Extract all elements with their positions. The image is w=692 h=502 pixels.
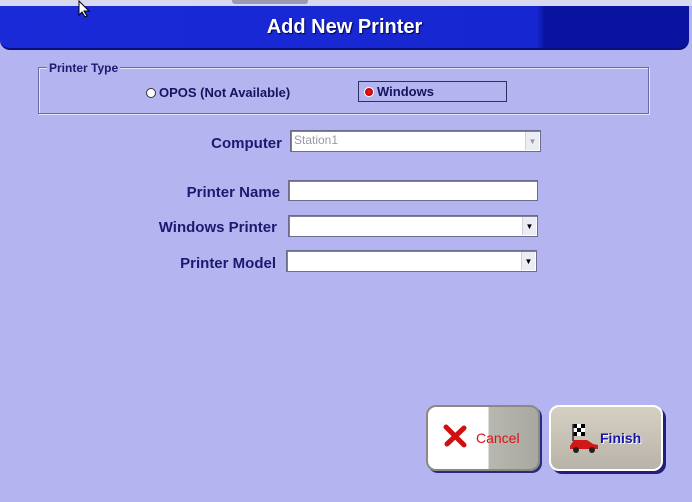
radio-opos-label: OPOS (Not Available) xyxy=(159,85,291,100)
dialog-title: Add New Printer xyxy=(266,16,423,38)
printer-type-legend: Printer Type xyxy=(47,61,121,75)
chevron-down-icon[interactable]: ▼ xyxy=(522,217,536,235)
finish-label: Finish xyxy=(600,430,642,446)
printer-name-label: Printer Name xyxy=(186,184,280,201)
title-bar: Add New Printer xyxy=(0,6,689,50)
finish-button[interactable]: Finish xyxy=(549,405,663,471)
top-strip-tab xyxy=(232,0,308,4)
radio-selected-icon xyxy=(364,86,374,97)
chevron-down-icon: ▼ xyxy=(525,132,539,150)
chevron-down-icon[interactable]: ▼ xyxy=(521,252,535,270)
race-car-checkered-flag-icon xyxy=(570,424,598,453)
cancel-button[interactable]: Cancel xyxy=(426,405,540,471)
radio-windows[interactable]: Windows xyxy=(358,81,507,102)
printer-type-group: Printer Type xyxy=(38,61,649,114)
radio-opos[interactable]: OPOS (Not Available) xyxy=(146,85,290,100)
computer-label: Computer xyxy=(211,135,282,152)
mouse-pointer-icon xyxy=(78,0,91,18)
printer-model-select[interactable]: ▼ xyxy=(286,250,537,272)
red-x-icon xyxy=(443,424,467,448)
printer-model-label: Printer Model xyxy=(180,255,276,272)
windows-printer-select[interactable]: ▼ xyxy=(288,215,538,237)
cancel-label: Cancel xyxy=(476,430,520,446)
radio-windows-label: Windows xyxy=(377,84,434,99)
windows-printer-label: Windows Printer xyxy=(158,219,277,236)
radio-unselected-icon xyxy=(146,87,156,98)
computer-value: Station1 xyxy=(294,133,339,147)
computer-combo: Station1 ▼ xyxy=(290,130,541,152)
printer-name-input[interactable] xyxy=(288,180,538,201)
